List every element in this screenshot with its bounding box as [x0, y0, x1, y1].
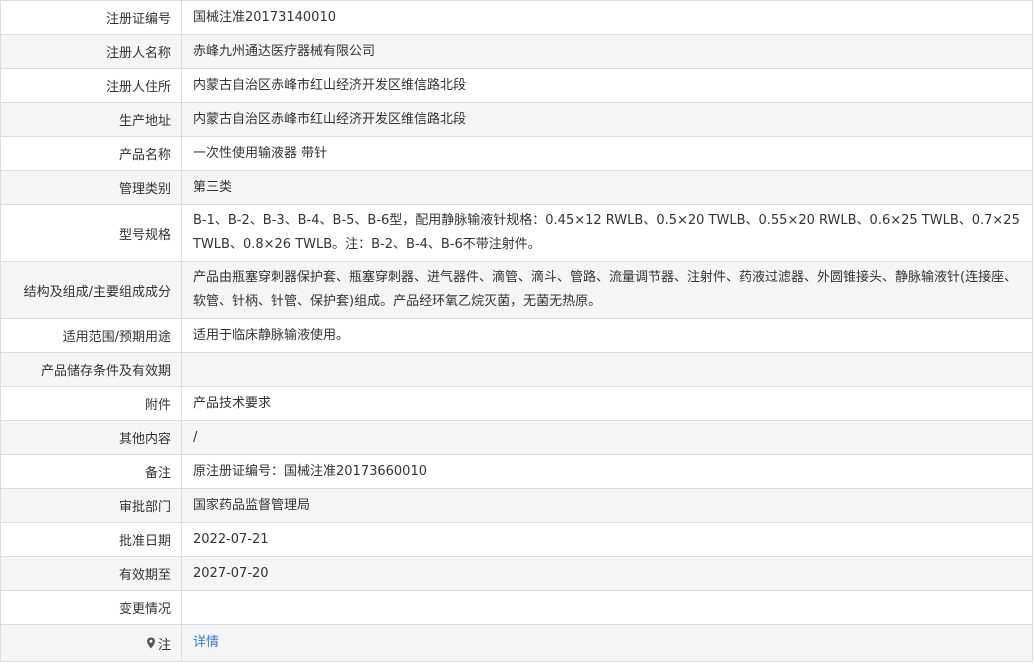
value-product-name: 一次性使用输液器 带针 [193, 145, 328, 161]
value-intended-use: 适用于临床静脉输液使用。 [193, 327, 350, 343]
value-approval-department: 国家药品监督管理局 [193, 497, 311, 513]
label-registrant-name: 注册人名称 [1, 35, 182, 68]
label-other-content: 其他内容 [1, 421, 182, 454]
row-registration-number: 注册证编号 国械注准20173140010 [1, 1, 1032, 35]
row-change-status: 变更情况 [1, 591, 1032, 625]
row-registrant-name: 注册人名称 赤峰九州通达医疗器械有限公司 [1, 35, 1032, 69]
row-registrant-address: 注册人住所 内蒙古自治区赤峰市红山经济开发区维信路北段 [1, 69, 1032, 103]
value-registration-number: 国械注准20173140010 [193, 9, 336, 25]
label-note: 注 [1, 625, 182, 661]
row-storage-validity: 产品储存条件及有效期 [1, 353, 1032, 387]
value-change-status [182, 591, 1032, 624]
row-valid-until: 有效期至 2027-07-20 [1, 557, 1032, 591]
row-structure-composition: 结构及组成/主要组成成分 产品由瓶塞穿刺器保护套、瓶塞穿刺器、进气器件、滴管、滴… [1, 262, 1032, 319]
value-valid-until: 2027-07-20 [193, 565, 269, 581]
label-remarks: 备注 [1, 455, 182, 488]
label-structure-composition: 结构及组成/主要组成成分 [1, 262, 182, 318]
value-other-content: / [193, 429, 198, 445]
label-intended-use: 适用范围/预期用途 [1, 319, 182, 352]
label-change-status: 变更情况 [1, 591, 182, 624]
value-registrant-address: 内蒙古自治区赤峰市红山经济开发区维信路北段 [193, 77, 467, 93]
label-approval-date: 批准日期 [1, 523, 182, 556]
value-model-spec: B-1、B-2、B-3、B-4、B-5、B-6型，配用静脉输液针规格：0.45×… [193, 213, 1020, 252]
value-approval-date: 2022-07-21 [193, 531, 269, 547]
row-model-spec: 型号规格 B-1、B-2、B-3、B-4、B-5、B-6型，配用静脉输液针规格：… [1, 205, 1032, 262]
row-attachment: 附件 产品技术要求 [1, 387, 1032, 421]
registration-detail-table: 注册证编号 国械注准20173140010 注册人名称 赤峰九州通达医疗器械有限… [0, 0, 1033, 662]
label-management-class: 管理类别 [1, 171, 182, 204]
label-approval-department: 审批部门 [1, 489, 182, 522]
pin-icon [146, 637, 156, 649]
value-storage-validity [182, 353, 1032, 386]
details-link[interactable]: 详情 [193, 631, 219, 655]
row-management-class: 管理类别 第三类 [1, 171, 1032, 205]
row-product-name: 产品名称 一次性使用输液器 带针 [1, 137, 1032, 171]
row-note: 注 详情 [1, 625, 1032, 662]
note-label-text: 注 [157, 637, 171, 653]
value-remarks: 原注册证编号：国械注准20173660010 [193, 463, 427, 479]
label-model-spec: 型号规格 [1, 205, 182, 261]
label-registration-number: 注册证编号 [1, 1, 182, 34]
value-note: 详情 [182, 625, 1032, 661]
row-other-content: 其他内容 / [1, 421, 1032, 455]
label-product-name: 产品名称 [1, 137, 182, 170]
value-management-class: 第三类 [193, 179, 233, 195]
label-storage-validity: 产品储存条件及有效期 [1, 353, 182, 386]
row-intended-use: 适用范围/预期用途 适用于临床静脉输液使用。 [1, 319, 1032, 353]
value-attachment: 产品技术要求 [193, 395, 272, 411]
row-approval-department: 审批部门 国家药品监督管理局 [1, 489, 1032, 523]
label-attachment: 附件 [1, 387, 182, 420]
row-approval-date: 批准日期 2022-07-21 [1, 523, 1032, 557]
label-registrant-address: 注册人住所 [1, 69, 182, 102]
value-production-address: 内蒙古自治区赤峰市红山经济开发区维信路北段 [193, 111, 467, 127]
row-production-address: 生产地址 内蒙古自治区赤峰市红山经济开发区维信路北段 [1, 103, 1032, 137]
value-registrant-name: 赤峰九州通达医疗器械有限公司 [193, 43, 376, 59]
label-production-address: 生产地址 [1, 103, 182, 136]
value-structure-composition: 产品由瓶塞穿刺器保护套、瓶塞穿刺器、进气器件、滴管、滴斗、管路、流量调节器、注射… [193, 270, 1018, 309]
label-valid-until: 有效期至 [1, 557, 182, 590]
row-remarks: 备注 原注册证编号：国械注准20173660010 [1, 455, 1032, 489]
